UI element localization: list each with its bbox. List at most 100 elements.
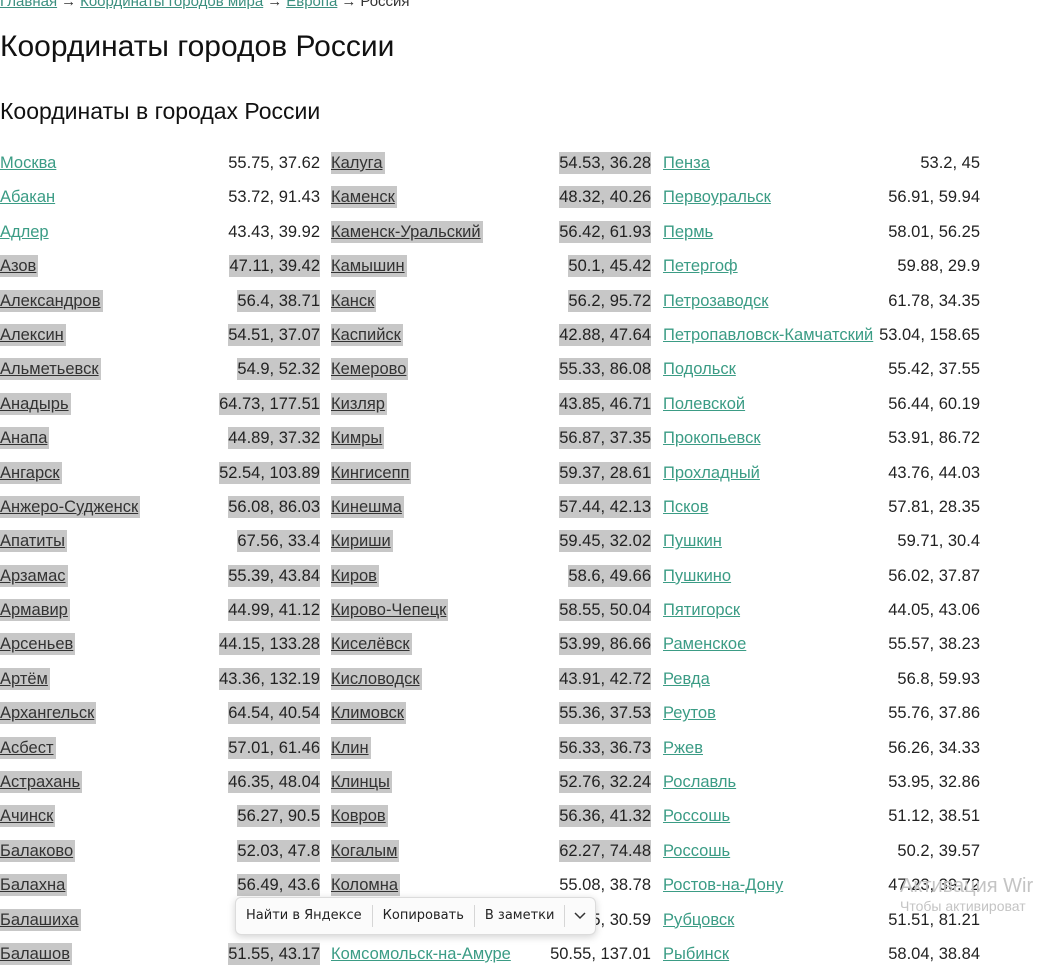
city-link[interactable]: Пенза <box>663 152 712 174</box>
city-link[interactable]: Ростов-на-Дону <box>663 874 785 896</box>
city-row: Абакан 53.72, 91.43 <box>0 181 320 215</box>
city-link[interactable]: Балахна <box>0 874 68 897</box>
city-link[interactable]: Кемерово <box>331 358 409 381</box>
city-link[interactable]: Кимры <box>331 427 385 450</box>
city-link[interactable]: Канск <box>331 289 377 312</box>
city-row: Пушкино 56.02, 37.87 <box>663 560 980 594</box>
city-coordinates: 43.43, 39.92 <box>228 222 320 241</box>
city-row: Каменск-Уральский 56.42, 61.93 <box>331 216 651 250</box>
city-link[interactable]: Рославль <box>663 771 738 793</box>
copy-button[interactable]: Копировать <box>373 898 474 934</box>
city-link[interactable]: Артём <box>0 667 50 690</box>
city-link[interactable]: Азов <box>0 255 39 278</box>
city-link[interactable]: Камышин <box>331 255 407 278</box>
city-link[interactable]: Калуга <box>331 152 385 174</box>
city-link[interactable]: Балаково <box>0 839 76 862</box>
city-link[interactable]: Анжеро-Судженск <box>0 495 141 518</box>
city-link[interactable]: Пермь <box>663 221 715 243</box>
city-link[interactable]: Армавир <box>0 599 70 622</box>
search-yandex-button[interactable]: Найти в Яндексе <box>236 898 372 934</box>
city-link[interactable]: Киров <box>331 564 379 587</box>
watermark-subtitle: Чтобы активироват <box>900 898 1026 914</box>
breadcrumb-link-home[interactable]: Главная <box>0 0 57 10</box>
city-row: Раменское 55.57, 38.23 <box>663 628 980 662</box>
city-link[interactable]: Пушкино <box>663 565 733 587</box>
city-link[interactable]: Полевской <box>663 393 747 415</box>
city-link[interactable]: Кизляр <box>331 392 387 415</box>
city-link[interactable]: Ачинск <box>0 805 56 828</box>
city-link[interactable]: Пятигорск <box>663 599 742 621</box>
breadcrumb-separator: → <box>61 0 77 10</box>
city-link[interactable]: Климовск <box>331 702 407 725</box>
chevron-down-icon[interactable] <box>565 898 595 934</box>
city-link[interactable]: Пушкин <box>663 530 724 552</box>
city-link[interactable]: Первоуральск <box>663 186 773 208</box>
city-link[interactable]: Комсомольск-на-Амуре <box>331 943 513 965</box>
city-row: Рыбинск 58.04, 38.84 <box>663 938 980 972</box>
city-link[interactable]: Апатиты <box>0 530 67 553</box>
city-link[interactable]: Когалым <box>331 839 400 862</box>
city-coordinates: 55.08, 38.78 <box>559 876 651 895</box>
city-link[interactable]: Асбест <box>0 736 56 759</box>
city-link[interactable]: Астрахань <box>0 771 83 794</box>
city-link[interactable]: Подольск <box>663 358 738 380</box>
city-link[interactable]: Рыбинск <box>663 943 731 965</box>
city-coordinates: 64.73, 177.51 <box>219 392 320 415</box>
city-link[interactable]: Реутов <box>663 702 718 724</box>
breadcrumb-link-world[interactable]: Координаты городов мира <box>80 0 263 10</box>
city-link[interactable]: Анапа <box>0 427 50 450</box>
city-link[interactable]: Алексин <box>0 323 66 346</box>
city-row: Москва 55.75, 37.62 <box>0 147 320 181</box>
city-link[interactable]: Россошь <box>663 840 732 862</box>
city-link[interactable]: Клинцы <box>331 771 392 794</box>
city-link[interactable]: Абакан <box>0 186 57 208</box>
city-row: Александров 56.4, 38.71 <box>0 285 320 319</box>
city-link[interactable]: Адлер <box>0 221 51 243</box>
breadcrumb-link-europe[interactable]: Европа <box>286 0 337 10</box>
city-link[interactable]: Архангельск <box>0 702 97 725</box>
city-link[interactable]: Каспийск <box>331 323 403 346</box>
city-coordinates: 57.01, 61.46 <box>228 736 320 759</box>
city-link[interactable]: Петрозаводск <box>663 290 770 312</box>
city-link[interactable]: Ревда <box>663 668 712 690</box>
city-row: Анжеро-Судженск 56.08, 86.03 <box>0 491 320 525</box>
city-link[interactable]: Россошь <box>663 805 732 827</box>
city-coordinates: 43.76, 44.03 <box>888 463 980 482</box>
city-link[interactable]: Клин <box>331 736 371 759</box>
city-link[interactable]: Ангарск <box>0 461 62 484</box>
city-link[interactable]: Балашиха <box>0 908 81 931</box>
city-link[interactable]: Кисловодск <box>331 667 422 690</box>
city-coordinates: 51.55, 43.17 <box>228 942 320 965</box>
city-coordinates: 44.89, 37.32 <box>228 427 320 450</box>
city-link[interactable]: Петергоф <box>663 255 740 277</box>
city-link[interactable]: Коломна <box>331 874 401 897</box>
city-link[interactable]: Арзамас <box>0 564 68 587</box>
city-link[interactable]: Анадырь <box>0 392 71 415</box>
city-row: Калуга 54.53, 36.28 <box>331 147 651 181</box>
city-link[interactable]: Ржев <box>663 737 705 759</box>
city-link[interactable]: Кириши <box>331 530 393 553</box>
city-link[interactable]: Ковров <box>331 805 388 828</box>
city-link[interactable]: Александров <box>0 289 103 312</box>
city-link[interactable]: Псков <box>663 496 710 518</box>
city-row: Апатиты 67.56, 33.4 <box>0 525 320 559</box>
city-link[interactable]: Прокопьевск <box>663 427 763 449</box>
city-link[interactable]: Раменское <box>663 633 748 655</box>
city-link[interactable]: Петропавловск-Камчатский <box>663 324 875 346</box>
city-link[interactable]: Москва <box>0 152 58 174</box>
city-coordinates: 43.36, 132.19 <box>219 667 320 690</box>
city-link[interactable]: Каменск-Уральский <box>331 220 483 243</box>
city-coordinates: 47.11, 39.42 <box>229 255 320 278</box>
city-link[interactable]: Прохладный <box>663 462 762 484</box>
add-to-notes-button[interactable]: В заметки <box>475 898 565 934</box>
city-link[interactable]: Каменск <box>331 186 397 209</box>
city-coordinates: 57.44, 42.13 <box>559 495 651 518</box>
city-link[interactable]: Кингисепп <box>331 461 412 484</box>
city-link[interactable]: Кинешма <box>331 495 404 518</box>
city-link[interactable]: Балашов <box>0 942 72 965</box>
city-link[interactable]: Рубцовск <box>663 909 736 931</box>
city-link[interactable]: Альметьевск <box>0 358 101 381</box>
city-link[interactable]: Киселёвск <box>331 633 412 656</box>
city-link[interactable]: Кирово-Чепецк <box>331 599 449 622</box>
city-link[interactable]: Арсеньев <box>0 633 76 656</box>
